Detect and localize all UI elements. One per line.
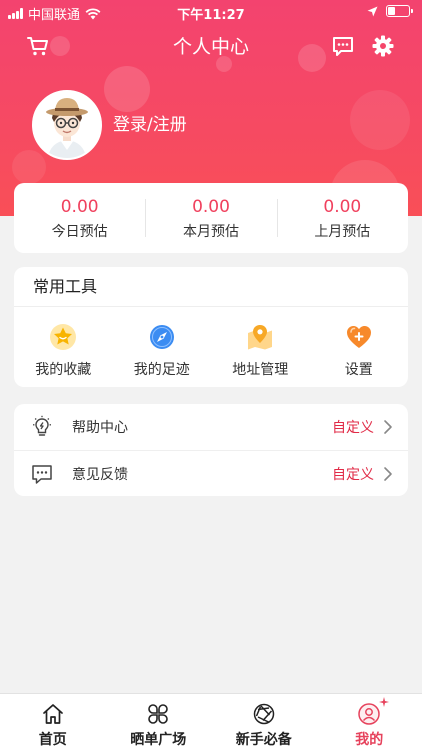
compass-icon xyxy=(149,325,174,349)
menu-item-feedback[interactable]: 意见反馈 自定义 xyxy=(14,450,408,496)
stat-last-month[interactable]: 0.00 上月预估 xyxy=(276,183,408,253)
cartoon-avatar-icon xyxy=(34,92,100,158)
stat-label: 上月预估 xyxy=(314,223,371,240)
aperture-icon xyxy=(253,703,274,725)
tool-favorites[interactable]: 我的收藏 xyxy=(14,307,113,387)
heart-plus-icon xyxy=(346,326,371,348)
page-title: 个人中心 xyxy=(172,36,249,58)
star-icon xyxy=(50,324,77,350)
earnings-stats-card: 0.00 今日预估 0.00 本月预估 0.00 上月预估 xyxy=(14,183,408,253)
tab-label: 我的 xyxy=(355,732,384,748)
feedback-icon xyxy=(32,464,52,484)
tools-title: 常用工具 xyxy=(14,267,408,307)
menu-item-label: 意见反馈 xyxy=(72,466,128,483)
menu-item-tag: 自定义 xyxy=(332,420,374,436)
gear-icon[interactable] xyxy=(371,34,395,58)
tab-label: 首页 xyxy=(38,732,67,748)
stat-today[interactable]: 0.00 今日预估 xyxy=(14,183,145,253)
stat-this-month[interactable]: 0.00 本月预估 xyxy=(145,183,276,253)
stat-value: 0.00 xyxy=(192,196,230,217)
bottom-tab-bar: 首页 晒单广场 新手必备 我的 xyxy=(0,693,422,750)
tab-home[interactable]: 首页 xyxy=(0,694,106,750)
tab-mine[interactable]: 我的 xyxy=(317,694,422,750)
stat-value: 0.00 xyxy=(323,196,362,217)
stat-value: 0.00 xyxy=(60,196,99,217)
stat-label: 本月预估 xyxy=(182,223,239,240)
message-icon[interactable] xyxy=(331,34,355,58)
avatar[interactable] xyxy=(32,90,102,160)
lightbulb-icon xyxy=(33,415,51,436)
tool-label: 地址管理 xyxy=(232,362,289,378)
tab-label: 晒单广场 xyxy=(130,732,187,748)
tool-footprints[interactable]: 我的足迹 xyxy=(113,307,212,387)
common-tools-card: 常用工具 我的收藏 我的足迹 地址管理 设置 xyxy=(14,267,408,387)
status-time: 下午11:27 xyxy=(177,8,245,23)
tool-settings[interactable]: 设置 xyxy=(310,307,409,387)
clover-icon xyxy=(148,704,169,724)
tab-share-square[interactable]: 晒单广场 xyxy=(106,694,212,750)
tool-address[interactable]: 地址管理 xyxy=(211,307,310,387)
tab-newbie-essentials[interactable]: 新手必备 xyxy=(211,694,317,750)
location-arrow-icon xyxy=(367,6,378,16)
battery-icon xyxy=(386,5,413,17)
menu-list-card: 帮助中心 自定义 意见反馈 自定义 xyxy=(14,404,408,496)
tool-label: 我的足迹 xyxy=(133,362,190,378)
chevron-right-icon xyxy=(384,466,392,481)
stat-label: 今日预估 xyxy=(51,223,108,240)
tool-label: 设置 xyxy=(344,362,373,378)
status-bar: 中国联通 下午11:27 xyxy=(0,0,422,24)
chevron-right-icon xyxy=(384,420,392,434)
menu-item-tag: 自定义 xyxy=(332,466,374,483)
tool-label: 我的收藏 xyxy=(35,362,92,378)
tab-label: 新手必备 xyxy=(235,732,292,748)
menu-item-help-center[interactable]: 帮助中心 自定义 xyxy=(14,404,408,450)
menu-item-label: 帮助中心 xyxy=(72,420,128,436)
login-register-link[interactable]: 登录/注册 xyxy=(113,110,187,135)
home-icon xyxy=(42,704,63,724)
map-pin-icon xyxy=(248,325,273,350)
sparkle-icon xyxy=(378,697,389,707)
